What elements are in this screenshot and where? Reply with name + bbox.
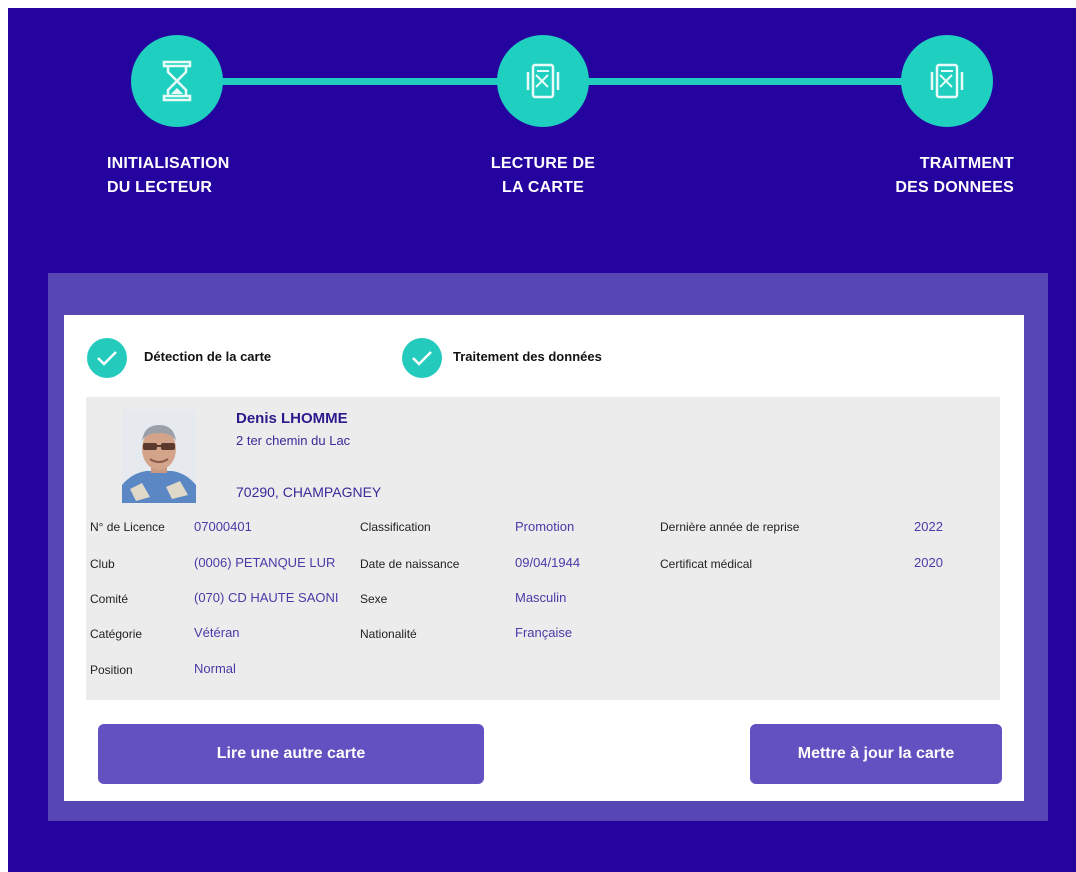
result-card: Détection de la carte Traitement des don… [64, 315, 1024, 801]
step-label-line: INITIALISATION [107, 155, 230, 172]
read-another-card-button[interactable]: Lire une autre carte [98, 724, 484, 784]
certificat-label: Certificat médical [660, 557, 753, 571]
reprise-value: 2022 [914, 519, 943, 534]
step-label-line: TRAITMENT [919, 155, 1014, 172]
card-reader-app: INITIALISATION DU LECTEUR LECTURE DE LA … [8, 8, 1076, 872]
step-label-line: LECTURE DE [490, 155, 596, 172]
classification-label: Classification [360, 520, 431, 534]
position-value: Normal [194, 661, 236, 676]
reprise-label: Dernière année de reprise [660, 520, 800, 534]
club-label: Club [90, 557, 115, 571]
processing-label: Traitement des données [453, 349, 602, 364]
certificat-value: 2020 [914, 555, 943, 570]
step-connector [214, 78, 504, 85]
sexe-value: Masculin [515, 590, 567, 605]
naissance-label: Date de naissance [360, 557, 460, 571]
position-label: Position [90, 663, 133, 677]
step-initialisation [131, 35, 223, 127]
card-reader-icon [930, 63, 964, 99]
classification-value: Promotion [515, 519, 575, 534]
player-address-line2: 70290, CHAMPAGNEY [236, 484, 382, 500]
step-label-initialisation: INITIALISATION DU LECTEUR [107, 152, 230, 200]
detection-check [87, 338, 127, 378]
player-address-line1: 2 ter chemin du Lac [236, 433, 351, 448]
checkmark-icon [97, 351, 117, 366]
step-label-lecture: LECTURE DE LA CARTE [478, 152, 608, 200]
step-lecture [497, 35, 589, 127]
step-label-traitement: TRAITMENT DES DONNEES [864, 152, 1014, 200]
update-card-button[interactable]: Mettre à jour la carte [750, 724, 1002, 784]
step-connector [588, 78, 908, 85]
comite-value: (070) CD HAUTE SAONI [194, 590, 339, 605]
processing-check [402, 338, 442, 378]
checkmark-icon [412, 351, 432, 366]
categorie-value: Vétéran [194, 625, 240, 640]
licence-value: 07000401 [194, 519, 252, 534]
result-panel: Détection de la carte Traitement des don… [48, 273, 1048, 821]
step-traitement [901, 35, 993, 127]
club-value: (0006) PETANQUE LUR [194, 555, 336, 570]
licence-info: Denis LHOMME 2 ter chemin du Lac 70290, … [86, 397, 1000, 700]
player-photo-image [122, 409, 196, 503]
naissance-value: 09/04/1944 [515, 555, 581, 570]
card-reader-icon [526, 63, 560, 99]
hourglass-icon [162, 60, 192, 102]
sexe-label: Sexe [360, 592, 388, 606]
step-label-line: DES DONNEES [895, 179, 1014, 196]
player-name: Denis LHOMME [236, 410, 348, 427]
step-label-line: LA CARTE [502, 179, 584, 196]
nationalite-value: Française [515, 625, 573, 640]
player-photo [122, 409, 196, 503]
licence-label: N° de Licence [90, 520, 165, 534]
categorie-label: Catégorie [90, 627, 143, 641]
detection-label: Détection de la carte [144, 349, 272, 364]
nationalite-label: Nationalité [360, 627, 417, 641]
step-label-line: DU LECTEUR [107, 179, 213, 196]
comite-label: Comité [90, 592, 129, 606]
